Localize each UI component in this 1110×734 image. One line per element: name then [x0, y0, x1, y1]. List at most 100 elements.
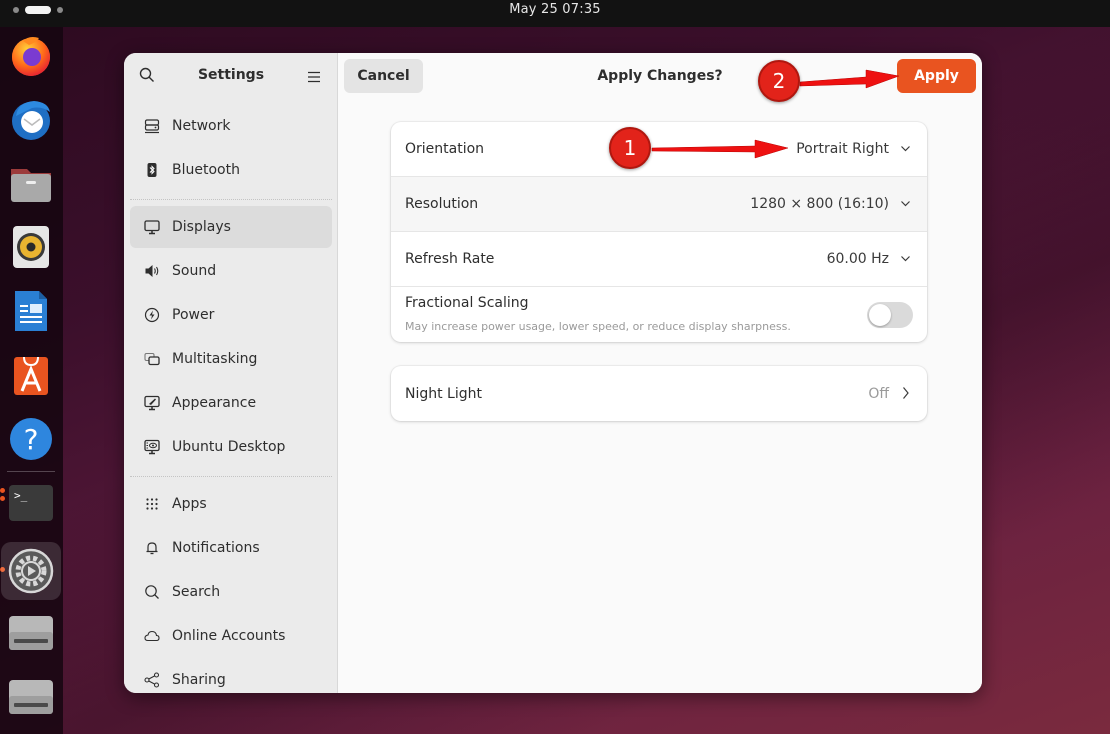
- dock-terminal[interactable]: >_: [6, 479, 56, 529]
- sidebar-item-label: Power: [172, 307, 215, 323]
- speaker-app-icon: [13, 226, 49, 268]
- sidebar-item-ubuntu-desktop[interactable]: Ubuntu Desktop: [130, 426, 332, 468]
- terminal-icon: >_: [9, 485, 53, 521]
- dock-separator: [7, 471, 55, 472]
- refresh-rate-dropdown[interactable]: 60.00 Hz: [827, 251, 889, 267]
- thunderbird-icon: [12, 101, 50, 140]
- fractional-scaling-label: Fractional Scaling: [405, 295, 529, 311]
- dock-settings[interactable]: [1, 542, 61, 600]
- bell-icon: [144, 540, 160, 556]
- sidebar-item-multitasking[interactable]: Multitasking: [130, 338, 332, 380]
- power-icon: [144, 307, 160, 323]
- bluetooth-icon: [144, 162, 160, 178]
- top-bar: May 25 07:35: [0, 0, 1110, 27]
- dock-files[interactable]: [6, 158, 56, 208]
- display-icon: [144, 219, 160, 235]
- cloud-icon: [144, 628, 160, 644]
- sidebar-item-label: Appearance: [172, 395, 257, 411]
- fractional-scaling-description: May increase power usage, lower speed, o…: [405, 320, 791, 333]
- sidebar-item-displays[interactable]: Displays: [130, 206, 332, 248]
- sidebar-separator: [130, 199, 332, 200]
- apply-button[interactable]: Apply: [897, 59, 976, 93]
- sidebar-item-bluetooth[interactable]: Bluetooth: [130, 149, 332, 191]
- night-light-status: Off: [868, 385, 889, 402]
- dock-firefox[interactable]: [6, 30, 56, 80]
- display-settings-card: Orientation Portrait Right Resolution 12…: [391, 122, 927, 342]
- clock[interactable]: May 25 07:35: [0, 2, 1110, 17]
- sidebar-item-search[interactable]: Search: [130, 571, 332, 613]
- sidebar-item-power[interactable]: Power: [130, 294, 332, 336]
- sidebar-item-appearance[interactable]: Appearance: [130, 382, 332, 424]
- sidebar-header: Settings: [124, 53, 338, 99]
- sidebar-item-sharing[interactable]: Sharing: [130, 659, 332, 693]
- toggle-knob: [869, 304, 891, 326]
- sidebar-item-label: Displays: [172, 219, 231, 235]
- sidebar-item-sound[interactable]: Sound: [130, 250, 332, 292]
- ubuntu-desktop-icon: [144, 439, 160, 455]
- running-indicator: [0, 496, 5, 501]
- apps-grid-icon: [144, 496, 160, 512]
- dock-drive-1[interactable]: [6, 608, 56, 658]
- speaker-icon: [144, 263, 160, 279]
- fractional-scaling-toggle[interactable]: [867, 302, 913, 328]
- sidebar-item-label: Ubuntu Desktop: [172, 439, 286, 455]
- dock: ? >_: [0, 27, 63, 734]
- appearance-icon: [144, 395, 160, 411]
- night-light-card: Night Light Off: [391, 366, 927, 421]
- refresh-rate-row[interactable]: Refresh Rate 60.00 Hz: [391, 232, 927, 287]
- writer-icon: [15, 291, 47, 331]
- dock-drive-2[interactable]: [6, 672, 56, 722]
- page-title: Apply Changes?: [597, 68, 723, 84]
- firefox-icon: [12, 37, 50, 76]
- sidebar: Settings Network Bluetooth Displays Soun…: [124, 53, 338, 693]
- main-panel: Cancel Apply Changes? Apply Orientation …: [338, 53, 982, 693]
- svg-text:?: ?: [24, 423, 39, 456]
- resolution-dropdown[interactable]: 1280 × 800 (16:10): [750, 196, 889, 212]
- chevron-down-icon: [901, 146, 910, 152]
- orientation-dropdown[interactable]: Portrait Right: [796, 141, 889, 157]
- dock-help[interactable]: ?: [6, 414, 56, 464]
- dock-app-center[interactable]: [6, 350, 56, 400]
- drive-icon: [9, 616, 53, 650]
- night-light-row[interactable]: Night Light Off: [391, 366, 927, 421]
- sidebar-item-label: Sound: [172, 263, 217, 279]
- sidebar-item-label: Sharing: [172, 672, 226, 688]
- sidebar-item-notifications[interactable]: Notifications: [130, 527, 332, 569]
- orientation-label: Orientation: [405, 141, 485, 157]
- annotation-badge-1: 1: [609, 127, 651, 169]
- dock-rhythmbox[interactable]: [6, 222, 56, 272]
- sidebar-item-apps[interactable]: Apps: [130, 483, 332, 525]
- app-center-icon: [14, 356, 48, 395]
- fractional-scaling-row: Fractional Scaling May increase power us…: [391, 287, 927, 342]
- sidebar-item-label: Apps: [172, 496, 207, 512]
- sidebar-item-online-accounts[interactable]: Online Accounts: [130, 615, 332, 657]
- hamburger-menu-icon: [308, 71, 320, 83]
- resolution-row[interactable]: Resolution 1280 × 800 (16:10): [391, 177, 927, 232]
- refresh-rate-label: Refresh Rate: [405, 251, 495, 267]
- night-light-label: Night Light: [405, 385, 482, 402]
- resolution-label: Resolution: [405, 196, 479, 212]
- chevron-down-icon: [901, 201, 910, 207]
- folder-icon: [11, 169, 51, 202]
- main-menu-button[interactable]: [308, 68, 320, 87]
- chevron-down-icon: [901, 256, 910, 262]
- dock-libreoffice-writer[interactable]: [6, 286, 56, 336]
- dock-thunderbird[interactable]: [6, 94, 56, 144]
- svg-text:>_: >_: [14, 489, 28, 502]
- help-icon: ?: [10, 418, 52, 460]
- network-icon: [144, 118, 160, 134]
- share-icon: [144, 672, 160, 688]
- sidebar-item-label: Bluetooth: [172, 162, 240, 178]
- settings-gear-icon: [8, 548, 54, 594]
- drive-icon: [9, 680, 53, 714]
- sidebar-separator: [130, 476, 332, 477]
- running-indicator: [0, 488, 5, 493]
- sidebar-item-label: Online Accounts: [172, 628, 286, 644]
- sidebar-title: Settings: [197, 67, 265, 83]
- search-icon: [144, 584, 160, 600]
- settings-window: Settings Network Bluetooth Displays Soun…: [124, 53, 982, 693]
- sidebar-item-network[interactable]: Network: [130, 105, 332, 147]
- orientation-row[interactable]: Orientation Portrait Right: [391, 122, 927, 177]
- annotation-badge-2: 2: [758, 60, 800, 102]
- sidebar-item-label: Network: [172, 118, 231, 134]
